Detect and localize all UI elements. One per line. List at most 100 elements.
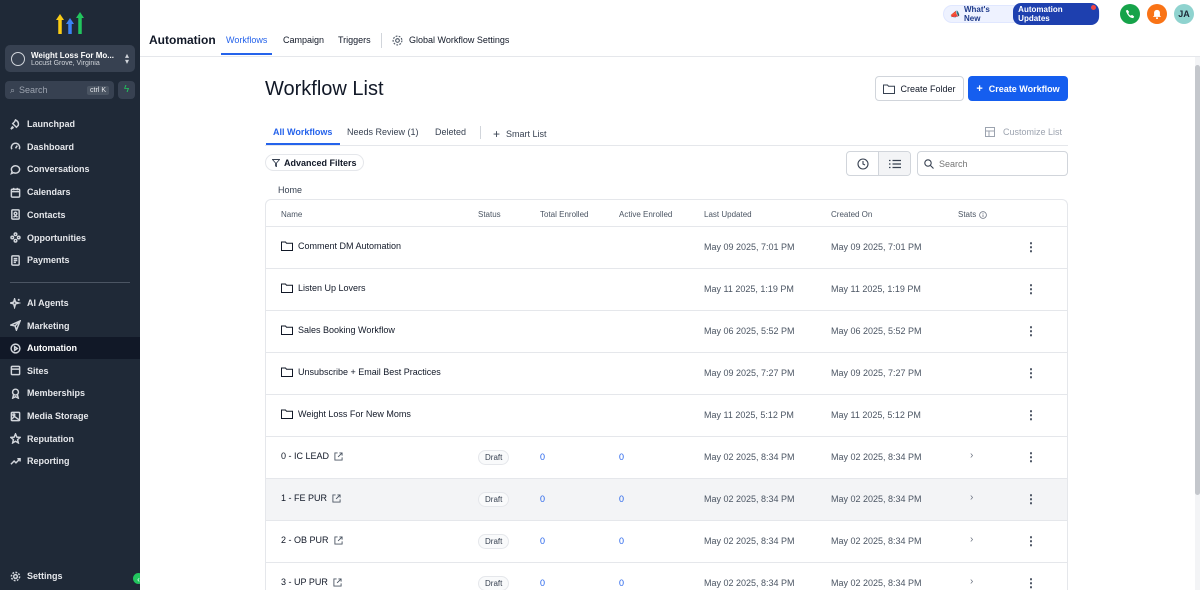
sidebar-item-reputation[interactable]: Reputation xyxy=(0,428,140,450)
sidebar-item-reporting[interactable]: Reporting xyxy=(0,450,140,472)
more-actions-icon[interactable]: ⋮ xyxy=(1025,408,1037,423)
sidebar-item-ai-agents[interactable]: AI Agents xyxy=(0,292,140,314)
total-enrolled-cell[interactable]: 0 xyxy=(540,452,545,462)
workflow-row[interactable]: 0 - IC LEAD Draft 0 0 May 02 2025, 8:34 PM Ma… xyxy=(266,437,1067,479)
external-link-icon[interactable] xyxy=(332,493,341,503)
more-actions-icon[interactable]: ⋮ xyxy=(1025,450,1037,465)
sidebar-item-label: Dashboard xyxy=(27,141,75,152)
search-input[interactable] xyxy=(939,158,1059,169)
tab-campaign[interactable]: Campaign xyxy=(283,35,324,45)
folder-name-cell[interactable]: Weight Loss For New Moms xyxy=(281,409,411,419)
tab-needs-review[interactable]: Needs Review (1) xyxy=(347,127,419,137)
status-badge: Draft xyxy=(478,576,510,590)
more-actions-icon[interactable]: ⋮ xyxy=(1025,576,1037,590)
bell-icon[interactable] xyxy=(1147,4,1167,24)
active-enrolled-cell[interactable]: 0 xyxy=(619,452,624,462)
chevron-right-icon[interactable]: › xyxy=(970,492,973,503)
workflow-name-cell[interactable]: 3 - UP PUR xyxy=(281,577,342,587)
sidebar-item-settings[interactable]: Settings xyxy=(0,565,140,587)
sidebar-item-media-storage[interactable]: Media Storage xyxy=(0,405,140,427)
column-header-name[interactable]: Name xyxy=(281,210,302,219)
sidebar-item-payments[interactable]: Payments xyxy=(0,249,140,271)
folder-row[interactable]: Unsubscribe + Email Best Practices May 09… xyxy=(266,353,1067,395)
sidebar-item-contacts[interactable]: Contacts xyxy=(0,204,140,226)
recent-view-button[interactable] xyxy=(847,152,878,175)
chevron-right-icon[interactable]: › xyxy=(970,576,973,587)
tab-deleted[interactable]: Deleted xyxy=(435,127,466,137)
total-enrolled-cell[interactable]: 0 xyxy=(540,494,545,504)
sidebar-search[interactable]: ⌕ Search ctrl K xyxy=(5,81,114,99)
list-view-button[interactable] xyxy=(878,152,910,175)
column-header-stats[interactable]: Stats xyxy=(958,210,988,219)
column-header-last-updated[interactable]: Last Updated xyxy=(704,210,752,219)
create-workflow-button[interactable]: + Create Workflow xyxy=(968,76,1068,101)
page-scrollbar[interactable] xyxy=(1195,57,1200,590)
customize-list-button[interactable]: Customize List xyxy=(985,127,1062,137)
folder-row[interactable]: Comment DM Automation May 09 2025, 7:01 P… xyxy=(266,227,1067,269)
breadcrumb[interactable]: Home xyxy=(278,185,302,195)
total-enrolled-cell[interactable]: 0 xyxy=(540,578,545,588)
create-folder-button[interactable]: Create Folder xyxy=(875,76,964,101)
smart-list-button[interactable]: + Smart List xyxy=(493,127,547,141)
more-actions-icon[interactable]: ⋮ xyxy=(1025,324,1037,339)
folder-name-cell[interactable]: Unsubscribe + Email Best Practices xyxy=(281,367,441,377)
user-avatar[interactable]: JA xyxy=(1174,4,1194,24)
folder-name-cell[interactable]: Sales Booking Workflow xyxy=(281,325,395,335)
app-logo[interactable] xyxy=(55,8,85,36)
column-header-total-enrolled[interactable]: Total Enrolled xyxy=(540,210,588,219)
workflow-name-cell[interactable]: 0 - IC LEAD xyxy=(281,451,343,461)
workflow-row[interactable]: 3 - UP PUR Draft 0 0 May 02 2025, 8:34 PM May… xyxy=(266,563,1067,590)
folder-row[interactable]: Listen Up Lovers May 11 2025, 1:19 PM May … xyxy=(266,269,1067,311)
active-enrolled-cell[interactable]: 0 xyxy=(619,578,624,588)
total-enrolled-cell[interactable]: 0 xyxy=(540,536,545,546)
more-actions-icon[interactable]: ⋮ xyxy=(1025,492,1037,507)
chevron-right-icon[interactable]: › xyxy=(970,534,973,545)
sidebar-item-memberships[interactable]: Memberships xyxy=(0,382,140,404)
global-workflow-settings-link[interactable]: Global Workflow Settings xyxy=(409,35,509,45)
sidebar-item-marketing[interactable]: Marketing xyxy=(0,315,140,337)
folder-name-cell[interactable]: Comment DM Automation xyxy=(281,241,401,251)
phone-icon[interactable] xyxy=(1120,4,1140,24)
create-workflow-label: Create Workflow xyxy=(988,83,1060,94)
sidebar-item-conversations[interactable]: Conversations xyxy=(0,158,140,180)
chevron-right-icon[interactable]: › xyxy=(970,450,973,461)
sidebar-item-automation[interactable]: Automation xyxy=(0,337,140,360)
workflow-search[interactable] xyxy=(917,151,1068,176)
tab-all-workflows[interactable]: All Workflows xyxy=(273,127,332,137)
sites-icon xyxy=(10,365,21,376)
workflow-name-cell[interactable]: 1 - FE PUR xyxy=(281,493,341,503)
sidebar-item-calendars[interactable]: Calendars xyxy=(0,181,140,203)
whats-new-button[interactable]: 📣 What's New Automation Updates xyxy=(943,3,1100,25)
external-link-icon[interactable] xyxy=(334,451,343,461)
column-header-status[interactable]: Status xyxy=(478,210,501,219)
tab-workflows[interactable]: Workflows xyxy=(226,35,267,45)
sidebar-item-label: Payments xyxy=(27,255,70,266)
sidebar-item-opportunities[interactable]: Opportunities xyxy=(0,227,140,249)
workflow-row[interactable]: 1 - FE PUR Draft 0 0 May 02 2025, 8:34 PM May… xyxy=(266,479,1067,521)
active-enrolled-cell[interactable]: 0 xyxy=(619,494,624,504)
column-header-active-enrolled[interactable]: Active Enrolled xyxy=(619,210,672,219)
search-shortcut: ctrl K xyxy=(87,85,109,95)
more-actions-icon[interactable]: ⋮ xyxy=(1025,366,1037,381)
sidebar-item-sites[interactable]: Sites xyxy=(0,360,140,382)
scrollbar-thumb[interactable] xyxy=(1195,65,1200,495)
account-switcher[interactable]: Weight Loss For Mo... Locust Grove, Virg… xyxy=(5,45,135,72)
folder-row[interactable]: Sales Booking Workflow May 06 2025, 5:52 … xyxy=(266,311,1067,353)
external-link-icon[interactable] xyxy=(333,535,343,545)
folder-name-cell[interactable]: Listen Up Lovers xyxy=(281,283,366,293)
more-actions-icon[interactable]: ⋮ xyxy=(1025,534,1037,549)
active-enrolled-cell[interactable]: 0 xyxy=(619,536,624,546)
sidebar-item-dashboard[interactable]: Dashboard xyxy=(0,136,140,158)
quick-action-bolt-icon[interactable]: ϟ xyxy=(118,81,135,99)
workflow-name-cell[interactable]: 2 - OB PUR xyxy=(281,535,343,545)
advanced-filters-button[interactable]: Advanced Filters xyxy=(265,154,364,171)
award-icon xyxy=(10,388,21,399)
more-actions-icon[interactable]: ⋮ xyxy=(1025,240,1037,255)
external-link-icon[interactable] xyxy=(333,577,342,587)
sidebar-item-launchpad[interactable]: Launchpad xyxy=(0,113,140,135)
folder-row[interactable]: Weight Loss For New Moms May 11 2025, 5:1… xyxy=(266,395,1067,437)
column-header-created-on[interactable]: Created On xyxy=(831,210,872,219)
workflow-row[interactable]: 2 - OB PUR Draft 0 0 May 02 2025, 8:34 PM May… xyxy=(266,521,1067,563)
tab-triggers[interactable]: Triggers xyxy=(338,35,371,45)
more-actions-icon[interactable]: ⋮ xyxy=(1025,282,1037,297)
